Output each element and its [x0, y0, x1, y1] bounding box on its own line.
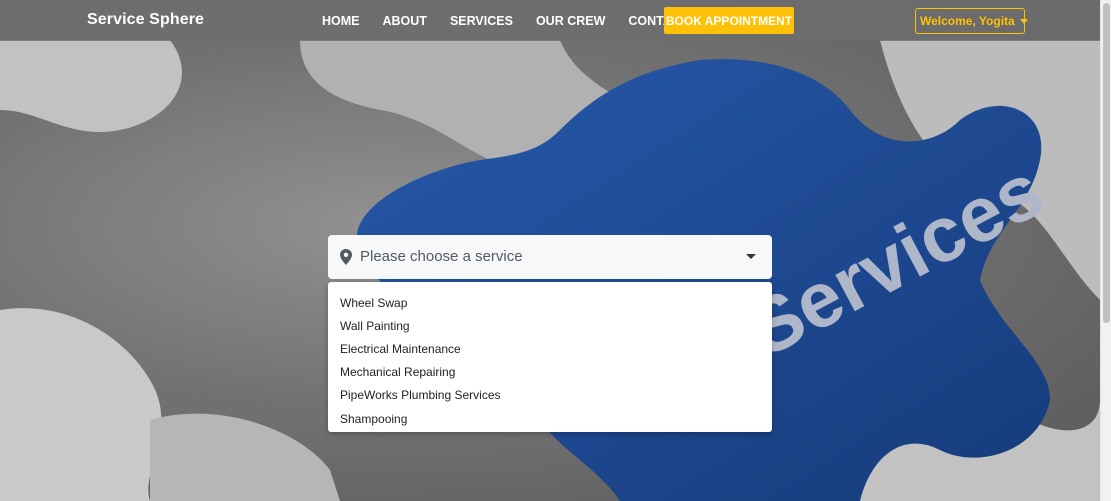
- service-dropdown-list: Wheel Swap Wall Painting Electrical Main…: [328, 282, 772, 432]
- user-welcome-label: Welcome, Yogita: [920, 14, 1015, 28]
- service-select[interactable]: Please choose a service: [328, 235, 772, 279]
- nav-about-link[interactable]: ABOUT: [383, 14, 427, 28]
- map-pin-icon: [340, 249, 352, 265]
- nav-home-link[interactable]: HOME: [322, 14, 360, 28]
- nav-links: HOME ABOUT SERVICES OUR CREW CONTACT: [322, 14, 712, 28]
- select-placeholder: Please choose a service: [360, 248, 523, 265]
- caret-down-icon: [746, 254, 756, 259]
- nav-services-link[interactable]: SERVICES: [450, 14, 513, 28]
- brand-logo[interactable]: Service Sphere: [87, 11, 204, 29]
- scrollbar-thumb[interactable]: [1103, 3, 1110, 323]
- book-appointment-button[interactable]: BOOK APPOINTMENT: [664, 7, 794, 34]
- option-shampooing[interactable]: Shampooing: [328, 407, 772, 430]
- nav-crew-link[interactable]: OUR CREW: [536, 14, 605, 28]
- option-mechanical-repairing[interactable]: Mechanical Repairing: [328, 361, 772, 384]
- page-scrollbar[interactable]: [1100, 0, 1111, 501]
- option-wall-painting[interactable]: Wall Painting: [328, 314, 772, 337]
- option-pipeworks-plumbing[interactable]: PipeWorks Plumbing Services: [328, 384, 772, 407]
- book-appointment-label: BOOK APPOINTMENT: [665, 13, 793, 28]
- option-wheel-swap[interactable]: Wheel Swap: [328, 291, 772, 314]
- option-electrical-maintenance[interactable]: Electrical Maintenance: [328, 337, 772, 360]
- user-menu-button[interactable]: Welcome, Yogita: [915, 8, 1028, 34]
- navbar: Service Sphere HOME ABOUT SERVICES OUR C…: [0, 0, 1100, 41]
- chevron-down-icon: [1019, 18, 1028, 24]
